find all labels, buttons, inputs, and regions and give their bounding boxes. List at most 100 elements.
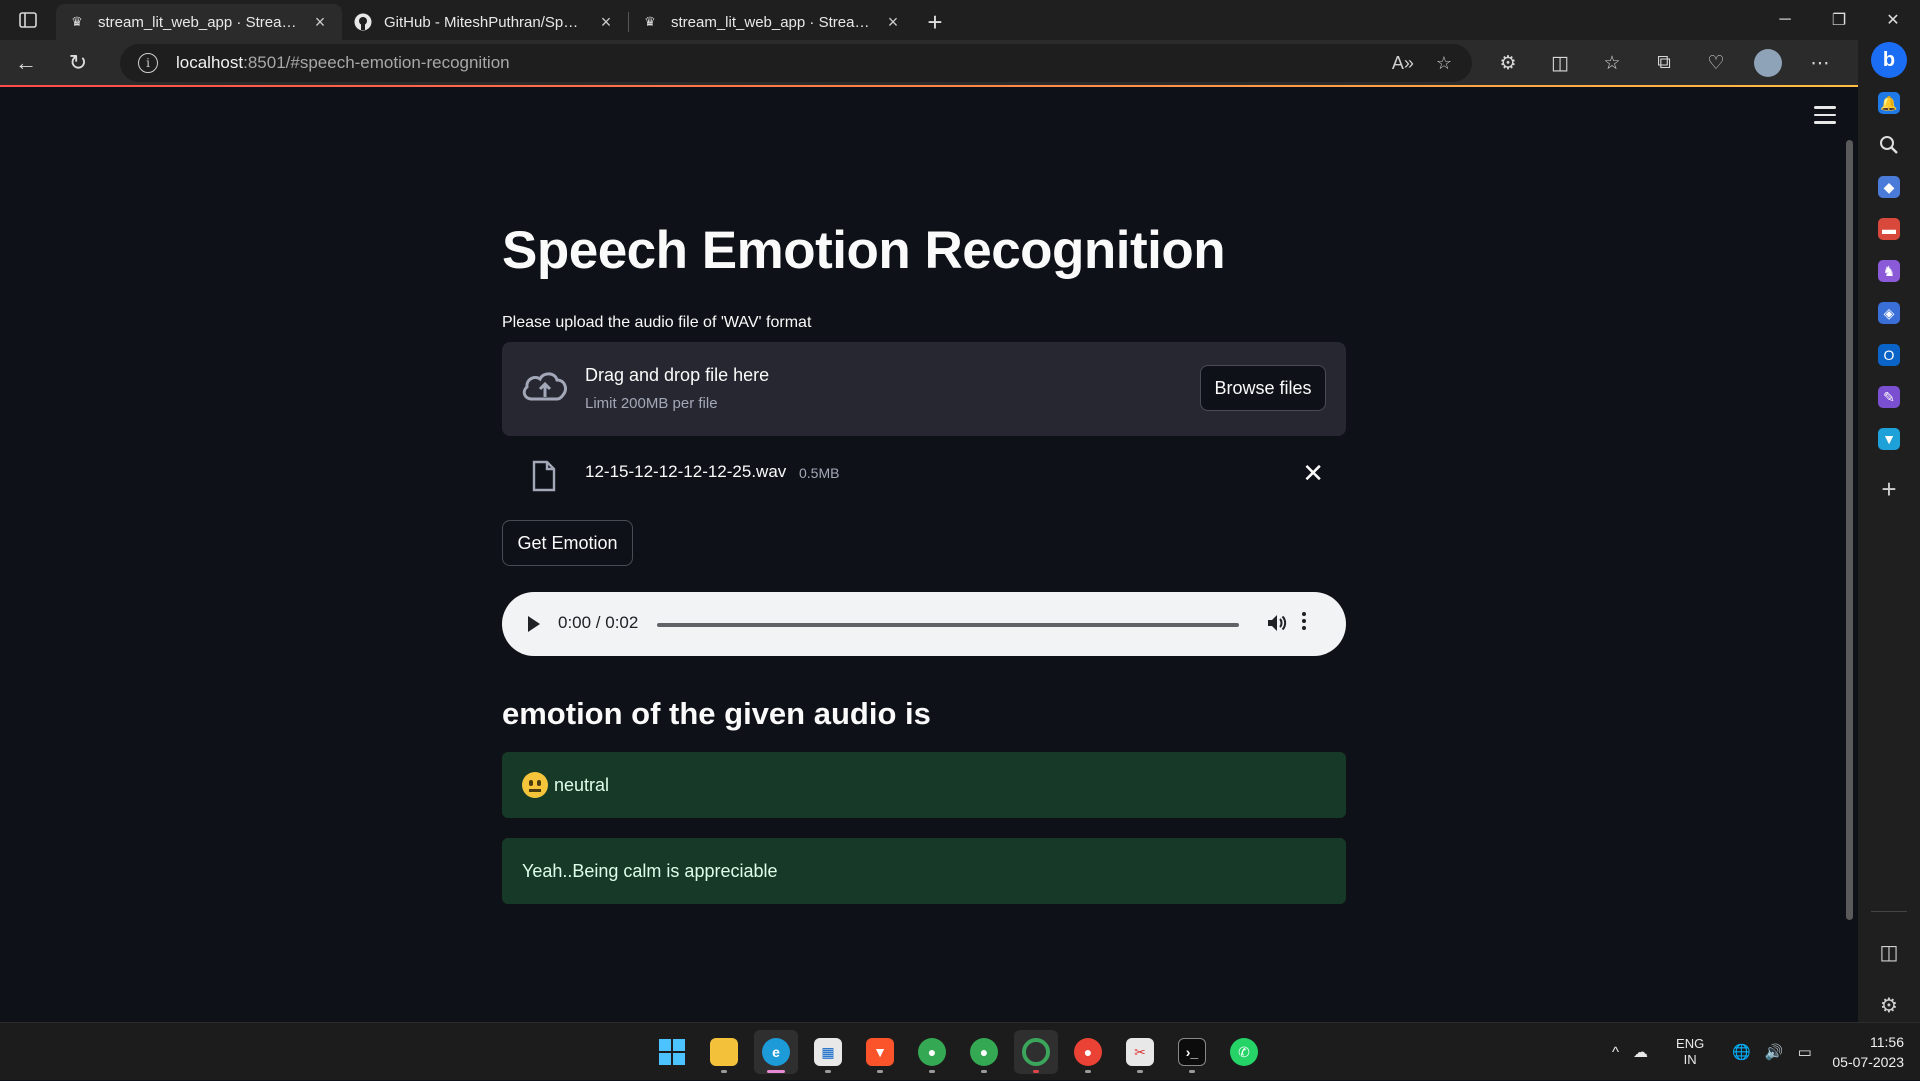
refresh-icon[interactable]: ↻ <box>52 40 104 86</box>
crown-icon: ♛ <box>71 14 83 29</box>
audio-time: 0:00 / 0:02 <box>558 613 639 632</box>
taskbar-edge[interactable]: e <box>754 1030 798 1074</box>
browser-tab-2[interactable]: GitHub - MiteshPuthran/Speech- × <box>342 4 628 40</box>
battery-icon[interactable]: ▭ <box>1798 1043 1812 1061</box>
profile-avatar[interactable] <box>1754 49 1782 77</box>
tab-title: stream_lit_web_app · Streamlit <box>98 13 298 31</box>
play-icon[interactable] <box>528 616 540 632</box>
favorite-star-icon[interactable]: ☆ <box>1436 53 1452 74</box>
sidebar-settings-icon[interactable]: ⚙ <box>1880 993 1898 1018</box>
audio-options-icon[interactable] <box>1302 612 1306 630</box>
start-button[interactable] <box>650 1030 694 1074</box>
language-indicator[interactable]: ENG IN <box>1676 1036 1704 1068</box>
dropzone-title: Drag and drop file here <box>585 365 770 385</box>
restore-icon[interactable]: ❐ <box>1812 0 1866 40</box>
audio-progress-track[interactable] <box>657 623 1239 627</box>
url-path: :8501/#speech-emotion-recognition <box>243 53 510 72</box>
volume-tray-icon[interactable]: 🔊 <box>1765 1043 1784 1061</box>
emotion-label: neutral <box>554 774 610 795</box>
taskbar-brave[interactable]: ▼ <box>858 1030 902 1074</box>
audio-player: 0:00 / 0:02 <box>502 592 1346 656</box>
site-info-icon[interactable]: i <box>138 53 158 73</box>
close-tab-icon[interactable]: × <box>310 12 330 33</box>
browser-tab-1[interactable]: ♛ stream_lit_web_app · Streamlit × <box>56 4 342 40</box>
page-title: Speech Emotion Recognition <box>502 221 1226 280</box>
lang-bottom: IN <box>1683 1052 1697 1067</box>
outlook-icon[interactable]: O <box>1878 344 1900 366</box>
taskbar-store[interactable]: ▦ <box>806 1030 850 1074</box>
file-icon <box>532 460 556 492</box>
close-tab-icon[interactable]: × <box>596 12 616 33</box>
microsoft-365-icon[interactable]: ◈ <box>1878 302 1900 324</box>
tab-actions-icon[interactable] <box>0 0 56 40</box>
file-dropzone[interactable]: Drag and drop file here Limit 200MB per … <box>502 342 1346 436</box>
browse-files-button[interactable]: Browse files <box>1200 365 1326 411</box>
split-screen-icon[interactable]: ◫ <box>1534 52 1586 75</box>
neutral-face-icon <box>522 772 548 798</box>
page-scrollbar[interactable] <box>1846 140 1853 920</box>
address-bar[interactable]: i localhost:8501/#speech-emotion-recogni… <box>120 44 1472 82</box>
volume-icon[interactable] <box>1265 611 1289 635</box>
store-icon: ▦ <box>814 1038 842 1066</box>
crown-icon: ♛ <box>644 14 656 29</box>
taskbar-app-ring[interactable] <box>1014 1030 1058 1074</box>
clock-date: 05-07-2023 <box>1832 1054 1904 1070</box>
browser-essentials-icon[interactable]: ♡ <box>1690 52 1742 75</box>
file-size: 0.5MB <box>799 465 840 481</box>
hide-sidebar-icon[interactable]: ◫ <box>1880 940 1899 965</box>
show-hidden-icons-icon[interactable]: ^ <box>1612 1044 1619 1061</box>
ring-app-icon <box>1022 1038 1050 1066</box>
chrome-icon: ● <box>970 1038 998 1066</box>
close-tab-icon[interactable]: × <box>883 12 903 33</box>
more-menu-icon[interactable]: ⋯ <box>1794 52 1846 75</box>
window-controls: ─ ❐ ✕ <box>1758 0 1920 40</box>
collections-icon[interactable]: ⧉ <box>1638 52 1690 74</box>
edge-sidebar: b 🔔 ◆ ▬ ♞ ◈ O ✎ ▼ + ◫ ⚙ <box>1858 40 1920 1022</box>
browser-tab-3[interactable]: ♛ stream_lit_web_app · Streamlit × <box>629 4 915 40</box>
windows-icon <box>659 1039 685 1065</box>
main-content: Speech Emotion Recognition Please upload… <box>502 220 1346 904</box>
favorites-icon[interactable]: ☆ <box>1586 52 1638 75</box>
tools-icon[interactable]: ▬ <box>1878 218 1900 240</box>
taskbar-chrome-1[interactable]: ● <box>910 1030 954 1074</box>
emotion-message-box: Yeah..Being calm is appreciable <box>502 838 1346 904</box>
network-icon[interactable]: 🌐 <box>1732 1043 1751 1061</box>
chrome-icon: ● <box>918 1038 946 1066</box>
minimize-icon[interactable]: ─ <box>1758 0 1812 40</box>
taskbar-chrome-2[interactable]: ● <box>962 1030 1006 1074</box>
terminal-icon: ›_ <box>1178 1038 1206 1066</box>
clock-time: 11:56 <box>1870 1034 1904 1050</box>
clock[interactable]: 11:56 05-07-2023 <box>1832 1032 1904 1072</box>
edge-icon: e <box>762 1038 790 1066</box>
url-host: localhost <box>176 53 244 72</box>
search-icon[interactable] <box>1878 134 1900 156</box>
close-window-icon[interactable]: ✕ <box>1866 0 1920 40</box>
add-sidebar-app-icon[interactable]: + <box>1881 474 1896 505</box>
back-icon[interactable]: ← <box>0 40 52 86</box>
bing-chat-icon[interactable]: b <box>1871 42 1907 78</box>
taskbar-snipping[interactable]: ✂ <box>1118 1030 1162 1074</box>
taskbar-file-explorer[interactable] <box>702 1030 746 1074</box>
notifications-icon[interactable]: 🔔 <box>1878 92 1900 114</box>
taskbar-whatsapp[interactable]: ✆ <box>1222 1030 1266 1074</box>
cloud-upload-icon <box>522 372 567 401</box>
dropzone-limit: Limit 200MB per file <box>585 395 718 412</box>
tab-title: GitHub - MiteshPuthran/Speech- <box>384 13 584 31</box>
emotion-result-box: neutral <box>502 752 1346 818</box>
read-aloud-icon[interactable]: A» <box>1392 53 1414 74</box>
shopping-icon[interactable]: ◆ <box>1878 176 1900 198</box>
get-emotion-button[interactable]: Get Emotion <box>502 520 633 566</box>
taskbar-chrome-3[interactable]: ● <box>1066 1030 1110 1074</box>
new-tab-button[interactable]: + <box>915 4 955 40</box>
onedrive-icon[interactable]: ☁ <box>1633 1043 1648 1061</box>
games-icon[interactable]: ♞ <box>1878 260 1900 282</box>
taskbar-terminal[interactable]: ›_ <box>1170 1030 1214 1074</box>
drop-icon[interactable]: ▼ <box>1878 428 1900 450</box>
github-icon <box>354 13 372 31</box>
designer-icon[interactable]: ✎ <box>1878 386 1900 408</box>
chrome-icon: ● <box>1074 1038 1102 1066</box>
windows-taskbar: e ▦ ▼ ● ● ● ✂ ›_ ✆ ^ ☁ ENG IN 🌐 🔊 ▭ 11:5… <box>0 1022 1920 1080</box>
extensions-icon[interactable]: ⚙ <box>1482 52 1534 75</box>
hamburger-menu-icon[interactable] <box>1814 106 1836 124</box>
remove-file-icon[interactable]: ✕ <box>1302 458 1324 489</box>
